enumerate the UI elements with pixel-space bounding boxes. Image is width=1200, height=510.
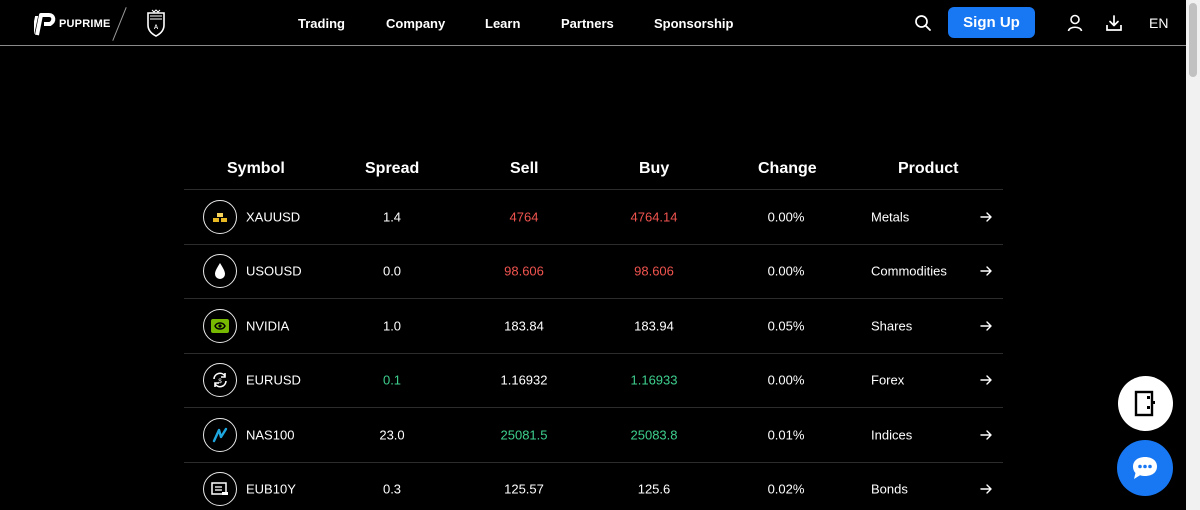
cell-spread: 0.1	[382, 372, 402, 388]
table-row[interactable]: XAUUSD 1.4 4764 4764.14 0.00% Metals	[184, 190, 1003, 245]
download-icon[interactable]	[1105, 14, 1123, 32]
cell-symbol: EURUSD	[246, 372, 301, 388]
logo-divider	[112, 7, 127, 41]
cell-change: 0.00%	[767, 209, 805, 225]
cell-buy: 183.94	[634, 318, 674, 334]
cell-change: 0.02%	[767, 481, 805, 497]
svg-text:A: A	[154, 25, 159, 31]
column-header-sell: Sell	[510, 160, 539, 177]
document-icon	[1134, 390, 1155, 416]
table-header: Symbol Spread Sell Buy Change Product	[184, 146, 1003, 190]
page-scrollbar[interactable]	[1186, 0, 1200, 510]
svg-text:$: $	[218, 379, 222, 385]
cell-sell: 25081.5	[500, 427, 548, 443]
table-row[interactable]: EUB10Y 0.3 125.57 125.6 0.02% Bonds	[184, 463, 1003, 510]
cell-buy: 25083.8	[630, 427, 678, 443]
table-row[interactable]: USOUSD 0.0 98.606 98.606 0.00% Commodities	[184, 245, 1003, 299]
document-button[interactable]	[1118, 376, 1173, 431]
nvidia-icon	[203, 308, 237, 343]
scrollbar-thumb[interactable]	[1189, 3, 1197, 77]
column-header-product: Product	[898, 160, 959, 177]
cell-spread: 23.0	[379, 427, 405, 443]
language-selector[interactable]: EN	[1149, 15, 1168, 31]
column-header-spread: Spread	[365, 160, 420, 177]
nasdaq-icon	[203, 417, 237, 452]
currency-exchange-icon: $	[203, 363, 237, 398]
cell-sell: 1.16932	[500, 372, 548, 388]
cell-change: 0.00%	[767, 372, 805, 388]
chat-button[interactable]	[1117, 440, 1173, 496]
brand-name: PUPRIME	[59, 18, 111, 30]
afa-crest-icon: A	[147, 9, 165, 37]
top-navigation-bar: PUPRIME A Trading Company Learn Partners…	[0, 0, 1186, 46]
cell-product: Indices	[871, 427, 913, 443]
column-header-buy: Buy	[639, 160, 670, 177]
gold-bars-icon	[203, 199, 237, 234]
cell-product: Shares	[871, 318, 913, 334]
cell-spread: 0.0	[382, 263, 402, 279]
cell-spread: 0.3	[382, 481, 402, 497]
cell-product: Commodities	[871, 263, 947, 279]
arrow-right-icon[interactable]	[979, 428, 993, 442]
arrow-right-icon[interactable]	[979, 373, 993, 387]
user-icon[interactable]	[1067, 14, 1083, 32]
cell-buy: 125.6	[637, 481, 671, 497]
price-table: Symbol Spread Sell Buy Change Product XA…	[184, 146, 1003, 510]
cell-buy: 1.16933	[630, 372, 678, 388]
cell-change: 0.01%	[767, 427, 805, 443]
cell-product: Bonds	[871, 481, 908, 497]
puprime-logo-icon	[34, 13, 56, 36]
table-row[interactable]: $ EURUSD 0.1 1.16932 1.16933 0.00% Forex	[184, 354, 1003, 408]
nav-trading[interactable]: Trading	[298, 0, 345, 46]
cell-symbol: EUB10Y	[246, 481, 296, 497]
column-header-symbol: Symbol	[227, 160, 285, 177]
arrow-right-icon[interactable]	[979, 482, 993, 496]
cell-sell: 4764	[509, 209, 539, 225]
table-row[interactable]: NAS100 23.0 25081.5 25083.8 0.01% Indices	[184, 408, 1003, 463]
nav-sponsorship[interactable]: Sponsorship	[654, 0, 733, 46]
arrow-right-icon[interactable]	[979, 264, 993, 278]
column-header-change: Change	[758, 160, 817, 177]
brand-logo[interactable]: PUPRIME	[34, 12, 111, 36]
cell-sell: 183.84	[504, 318, 544, 334]
cell-product: Forex	[871, 372, 905, 388]
arrow-right-icon[interactable]	[979, 210, 993, 224]
nav-company[interactable]: Company	[386, 0, 445, 46]
nav-learn[interactable]: Learn	[485, 0, 520, 46]
cell-symbol: USOUSD	[246, 263, 302, 279]
arrow-right-icon[interactable]	[979, 319, 993, 333]
search-icon[interactable]	[914, 14, 932, 32]
table-body: XAUUSD 1.4 4764 4764.14 0.00% Metals USOUSD 0.0…	[184, 190, 1003, 510]
cell-buy: 98.606	[634, 263, 674, 279]
cell-symbol: XAUUSD	[246, 209, 301, 225]
cell-sell: 98.606	[504, 263, 544, 279]
cell-change: 0.05%	[767, 318, 805, 334]
cell-symbol: NVIDIA	[246, 318, 290, 334]
cell-spread: 1.4	[382, 209, 402, 225]
table-row[interactable]: NVIDIA 1.0 183.84 183.94 0.05% Shares	[184, 299, 1003, 354]
cell-symbol: NAS100	[246, 427, 295, 443]
bond-certificate-icon	[203, 472, 237, 507]
chat-icon	[1133, 457, 1157, 479]
cell-sell: 125.57	[504, 481, 544, 497]
cell-buy: 4764.14	[630, 209, 678, 225]
nav-partners[interactable]: Partners	[561, 0, 614, 46]
sign-up-button[interactable]: Sign Up	[948, 7, 1035, 38]
oil-drop-icon	[203, 254, 237, 289]
cell-change: 0.00%	[767, 263, 805, 279]
cell-product: Metals	[871, 209, 910, 225]
cell-spread: 1.0	[382, 318, 402, 334]
